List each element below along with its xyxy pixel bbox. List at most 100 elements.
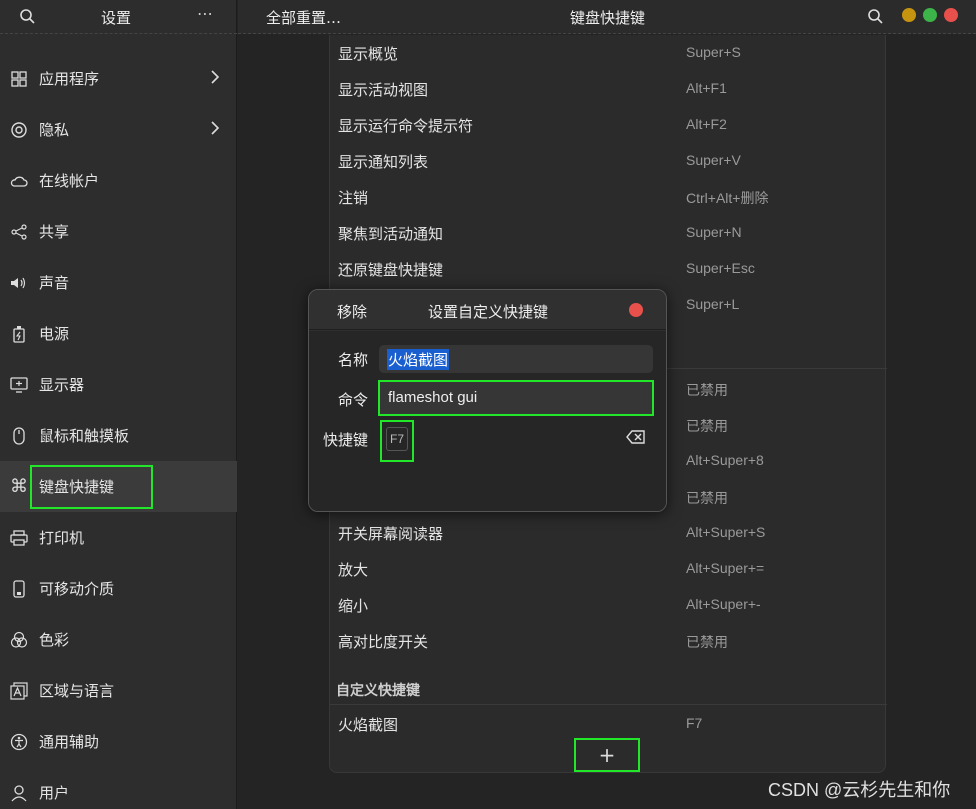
maximize-button[interactable] [923,8,937,22]
custom-shortcut-dialog: 移除 设置自定义快捷键 名称 火焰截图 命令 flameshot gui 快捷键… [308,289,667,512]
sidebar-item[interactable]: 共享 [0,206,237,257]
shortcut-keys: 已禁用 [686,418,728,434]
sidebar-item[interactable]: 区域与语言 [0,665,237,716]
remove-button[interactable]: 移除 [337,301,367,322]
shortcut-keys: Super+L [686,296,740,312]
user-icon [9,783,29,803]
search-icon[interactable] [18,7,38,27]
shortcut-row[interactable]: 还原键盘快捷键 Super+Esc [330,251,887,287]
shortcut-row[interactable]: 聚焦到活动通知 Super+N [330,215,887,251]
shortcut-name: 火焰截图 [338,716,399,734]
sidebar: 设置 ⋯ 应用程序 隐私 在线帐户 共享 声音 电源 显示器 鼠标和触摸板 ⌘ 键盘快捷键 打印机可… [0,0,237,809]
shortcut-name: 开关屏幕阅读器 [338,525,444,543]
sidebar-item[interactable]: 色彩 [0,614,237,665]
sidebar-item[interactable]: 打印机 [0,512,237,563]
shortcut-keys: Alt+F1 [686,80,727,96]
sidebar-item[interactable]: 电源 [0,308,237,359]
shortcut-keys: Super+V [686,152,741,168]
sidebar-item-label: 鼠标和触摸板 [39,427,130,445]
shortcut-keys: Alt+Super+8 [686,452,764,468]
shortcut-keys: Ctrl+Alt+删除 [686,190,769,206]
menu-icon[interactable]: ⋯ [197,4,214,23]
shortcut-keys: 已禁用 [686,634,728,650]
close-window-button[interactable] [944,8,958,22]
sidebar-item[interactable]: 可移动介质 [0,563,237,614]
sidebar-item[interactable]: 在线帐户 [0,155,237,206]
name-value: 火焰截图 [387,349,450,370]
shortcut-keys: Super+Esc [686,260,755,276]
shortcut-row[interactable]: 显示活动视图 Alt+F1 [330,71,887,107]
sidebar-header: 设置 ⋯ [0,0,237,34]
sidebar-item[interactable]: 隐私 [0,104,237,155]
chevron-right-icon [211,70,220,84]
shortcut-name: 缩小 [338,597,369,615]
minimize-button[interactable] [902,8,916,22]
sidebar-item[interactable]: 鼠标和触摸板 [0,410,237,461]
command-field[interactable]: flameshot gui [378,380,654,416]
power-icon [9,324,29,344]
apps-icon [9,69,29,89]
sidebar-item[interactable]: 用户 [0,767,237,809]
shortcut-row[interactable]: 放大 Alt+Super+= [330,551,887,587]
shortcut-row[interactable]: 显示运行命令提示符 Alt+F2 [330,107,887,143]
mouse-icon [9,426,29,446]
speaker-icon [9,273,29,293]
sidebar-item-label: 打印机 [39,529,85,547]
shortcut-row[interactable]: 显示概览 Super+S [330,35,887,71]
sidebar-item[interactable]: 声音 [0,257,237,308]
shortcut-name: 显示通知列表 [338,153,429,171]
sidebar-item-label: 在线帐户 [39,172,100,190]
shortcut-keys: Alt+Super+- [686,596,761,612]
shortcut-name: 注销 [338,189,369,207]
sidebar-item-label: 区域与语言 [39,682,115,700]
watermark: CSDN @云杉先生和你 [768,780,951,800]
shortcut-row[interactable]: 注销 Ctrl+Alt+删除 [330,179,887,215]
sidebar-item-label: 显示器 [39,376,85,394]
name-field[interactable]: 火焰截图 [379,345,653,373]
removable-media-icon [9,579,29,599]
key-cap: F7 [386,427,408,451]
shortcut-row[interactable]: 缩小 Alt+Super+- [330,587,887,623]
shortcut-name: 显示概览 [338,45,399,63]
shortcut-keys: Alt+Super+= [686,560,765,576]
display-icon [9,375,29,395]
color-icon [9,630,29,650]
sidebar-item[interactable]: 显示器 [0,359,237,410]
sidebar-title: 设置 [101,9,132,27]
sidebar-item-label: 通用辅助 [39,733,100,751]
shortcut-name: 还原键盘快捷键 [338,261,444,279]
shortcut-keys: Alt+Super+S [686,524,766,540]
privacy-icon [9,120,29,140]
sidebar-item-label: 电源 [39,325,70,343]
shortcut-keys: Super+N [686,224,742,240]
shortcut-name: 显示运行命令提示符 [338,117,474,135]
sidebar-item-label: 应用程序 [39,70,100,88]
shortcut-row[interactable]: 开关屏幕阅读器 Alt+Super+S [330,515,887,551]
custom-shortcut-row[interactable]: 火焰截图 F7 [330,706,887,742]
shortcut-key-button[interactable]: F7 [380,420,414,462]
shortcut-keys: Alt+F2 [686,116,727,132]
shortcut-keys: 已禁用 [686,382,728,398]
cloud-icon [9,171,29,191]
shortcut-name: 显示活动视图 [338,81,429,99]
shortcut-name: 放大 [338,561,369,579]
shortcut-label: 快捷键 [323,431,369,449]
dialog-header: 移除 设置自定义快捷键 [309,290,666,330]
reset-all-button[interactable]: 全部重置… [266,7,341,28]
close-dialog-button[interactable] [629,303,643,317]
sidebar-item[interactable]: 通用辅助 [0,716,237,767]
keyboard-shortcuts-highlight [30,465,153,509]
shortcut-keys: F7 [686,715,703,731]
chevron-right-icon [211,121,220,135]
shortcut-row[interactable]: 显示通知列表 Super+V [330,143,887,179]
sidebar-item-label: 色彩 [39,631,70,649]
share-icon [9,222,29,242]
sidebar-item[interactable]: 应用程序 [0,53,237,104]
search-icon[interactable] [866,7,886,27]
backspace-clear-icon[interactable] [626,429,646,445]
shortcut-row[interactable]: 高对比度开关 已禁用 [330,623,887,659]
add-shortcut-button[interactable]: + [574,738,640,772]
command-label: 命令 [338,391,369,409]
shortcut-name: 聚焦到活动通知 [338,225,444,243]
shortcut-keys: 已禁用 [686,490,728,506]
